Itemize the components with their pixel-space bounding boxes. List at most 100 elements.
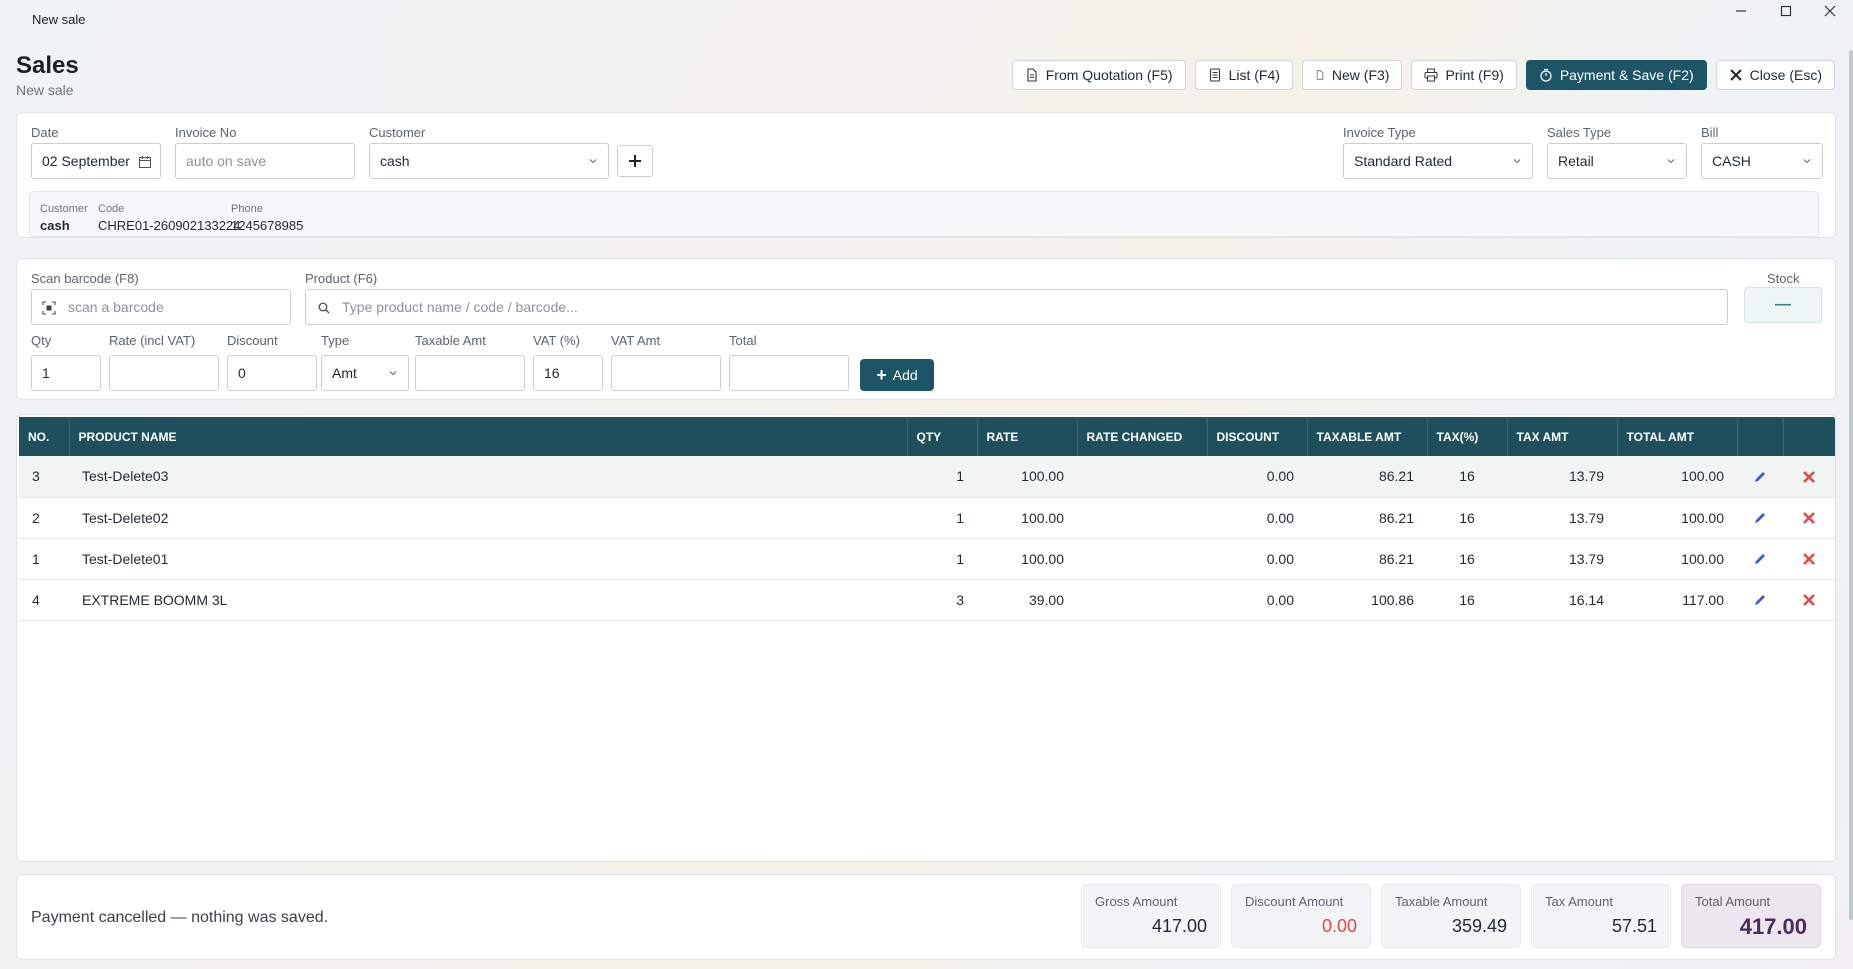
- cell-product-name: Test-Delete03: [82, 468, 169, 485]
- col-rate-changed[interactable]: RATE CHANGED: [1077, 417, 1208, 456]
- payment-save-button[interactable]: Payment & Save (F2): [1525, 60, 1707, 90]
- taxable-amount-value: 359.49: [1451, 916, 1507, 936]
- page-subtitle: New sale: [16, 82, 74, 98]
- cell-qty: 1: [956, 550, 964, 567]
- new-button[interactable]: New (F3): [1301, 60, 1403, 90]
- stock-label: Stock: [1767, 271, 1800, 286]
- table-row[interactable]: 1 Test-Delete01 1 100.00 0.00 86.21 16 13.79 100…: [19, 538, 1835, 579]
- total-amount-card: Total Amount 417.00: [1681, 884, 1821, 948]
- toolbar: From Quotation (F5) List (F4) New (F3) P…: [1011, 60, 1835, 90]
- delete-icon[interactable]: [1801, 592, 1817, 608]
- vat-amt-input[interactable]: [611, 355, 721, 391]
- cell-no: 4: [32, 591, 40, 608]
- date-value: 02 September: [42, 153, 130, 169]
- col-tax-amt[interactable]: TAX AMT: [1507, 417, 1618, 456]
- col-taxable-amt[interactable]: TAXABLE AMT: [1307, 417, 1428, 456]
- delete-icon[interactable]: [1801, 551, 1817, 567]
- barcode-label: Scan barcode (F8): [31, 271, 139, 286]
- col-discount[interactable]: DISCOUNT: [1207, 417, 1308, 456]
- invoice-header-panel: Date 02 September Invoice No auto on sav…: [16, 112, 1836, 238]
- minimize-button[interactable]: [1719, 0, 1763, 22]
- close-button[interactable]: Close (Esc): [1715, 60, 1835, 90]
- cell-tax-amt: 16.14: [1568, 591, 1604, 608]
- invoice-no-label: Invoice No: [175, 125, 237, 140]
- type-select[interactable]: Amt: [321, 355, 409, 391]
- discount-label: Discount: [227, 333, 278, 348]
- cell-product-name: EXTREME BOOMM 3L: [82, 591, 228, 608]
- invoice-type-select[interactable]: Standard Rated: [1343, 143, 1533, 179]
- from-quotation-button[interactable]: From Quotation (F5): [1011, 60, 1186, 90]
- taxable-amt-input[interactable]: [415, 355, 525, 391]
- vat-pct-input[interactable]: 16: [533, 355, 603, 391]
- edit-icon[interactable]: [1752, 551, 1768, 567]
- cell-discount: 0.00: [1266, 591, 1294, 608]
- cell-discount: 0.00: [1266, 468, 1294, 485]
- add-item-button[interactable]: + Add: [860, 359, 934, 391]
- add-customer-button[interactable]: [617, 145, 653, 177]
- edit-cell: [1737, 579, 1783, 620]
- table-row[interactable]: 4 EXTREME BOOMM 3L 3 39.00 0.00 100.86 16 16.14…: [19, 579, 1835, 620]
- total-input[interactable]: [729, 355, 849, 391]
- status-message: Payment cancelled — nothing was saved.: [31, 909, 329, 926]
- customer-info-customer-label: Customer: [40, 203, 88, 215]
- rate-label: Rate (incl VAT): [109, 333, 196, 348]
- close-label: Close (Esc): [1749, 67, 1822, 83]
- sales-type-value: Retail: [1558, 153, 1594, 169]
- sales-type-select[interactable]: Retail: [1547, 143, 1687, 179]
- add-item-label: Add: [892, 367, 918, 383]
- scrollbar[interactable]: [1849, 50, 1853, 920]
- vat-amt-label: VAT Amt: [611, 333, 661, 348]
- barcode-input[interactable]: scan a barcode: [31, 289, 291, 325]
- list-button[interactable]: List (F4): [1194, 60, 1293, 90]
- discount-amount-value: 0.00: [1321, 916, 1357, 936]
- col-rate[interactable]: RATE: [977, 417, 1078, 456]
- window-title: New sale: [32, 12, 86, 27]
- col-qty[interactable]: QTY: [907, 417, 978, 456]
- qty-input[interactable]: 1: [31, 355, 101, 391]
- customer-value: cash: [380, 153, 410, 169]
- invoice-no-field[interactable]: auto on save: [175, 143, 355, 179]
- print-button[interactable]: Print (F9): [1411, 60, 1517, 90]
- taxable-amount-label: Taxable Amount: [1395, 894, 1488, 909]
- col-edit: [1737, 417, 1784, 456]
- edit-cell: [1737, 497, 1783, 538]
- barcode-scan-icon: [42, 301, 56, 315]
- cell-taxable-amt: 86.21: [1378, 550, 1414, 567]
- cell-product-name: Test-Delete01: [82, 550, 169, 567]
- new-label: New (F3): [1331, 67, 1390, 83]
- bill-select[interactable]: CASH: [1701, 143, 1823, 179]
- product-search-input[interactable]: Type product name / code / barcode...: [305, 289, 1728, 325]
- cell-qty: 1: [956, 509, 964, 526]
- cell-product-name: Test-Delete02: [82, 509, 169, 526]
- total-amount-value: 417.00: [1739, 914, 1807, 939]
- bill-value: CASH: [1712, 153, 1751, 169]
- customer-select[interactable]: cash: [369, 143, 609, 179]
- delete-icon[interactable]: [1801, 469, 1817, 485]
- cell-rate: 100.00: [1021, 509, 1064, 526]
- table-row[interactable]: 2 Test-Delete02 1 100.00 0.00 86.21 16 13.79 100…: [19, 497, 1835, 538]
- table-row[interactable]: 3 Test-Delete03 1 100.00 0.00 86.21 16 13.79 100…: [19, 456, 1835, 497]
- cell-rate: 100.00: [1021, 550, 1064, 567]
- new-doc-icon: [1316, 70, 1324, 80]
- delete-icon[interactable]: [1801, 510, 1817, 526]
- window-close-button[interactable]: [1808, 0, 1852, 22]
- col-product-name[interactable]: PRODUCT NAME: [69, 417, 908, 456]
- rate-input[interactable]: [109, 355, 219, 391]
- edit-icon[interactable]: [1752, 469, 1768, 485]
- tax-amount-label: Tax Amount: [1545, 894, 1613, 909]
- col-total-amt[interactable]: TOTAL AMT: [1617, 417, 1738, 456]
- cell-rate: 39.00: [1028, 591, 1064, 608]
- date-field[interactable]: 02 September: [31, 143, 161, 179]
- discount-amount-card: Discount Amount 0.00: [1231, 884, 1371, 948]
- from-quotation-label: From Quotation (F5): [1045, 67, 1173, 83]
- delete-cell: [1783, 538, 1835, 579]
- edit-icon[interactable]: [1752, 592, 1768, 608]
- cell-tax-pct: 16: [1459, 550, 1475, 567]
- maximize-button[interactable]: [1764, 0, 1808, 22]
- discount-input[interactable]: 0: [227, 355, 317, 391]
- col-no[interactable]: NO.: [19, 417, 70, 456]
- calendar-icon[interactable]: [138, 155, 152, 169]
- cell-tax-amt: 13.79: [1568, 550, 1604, 567]
- edit-icon[interactable]: [1752, 510, 1768, 526]
- col-tax-pct[interactable]: TAX(%): [1427, 417, 1508, 456]
